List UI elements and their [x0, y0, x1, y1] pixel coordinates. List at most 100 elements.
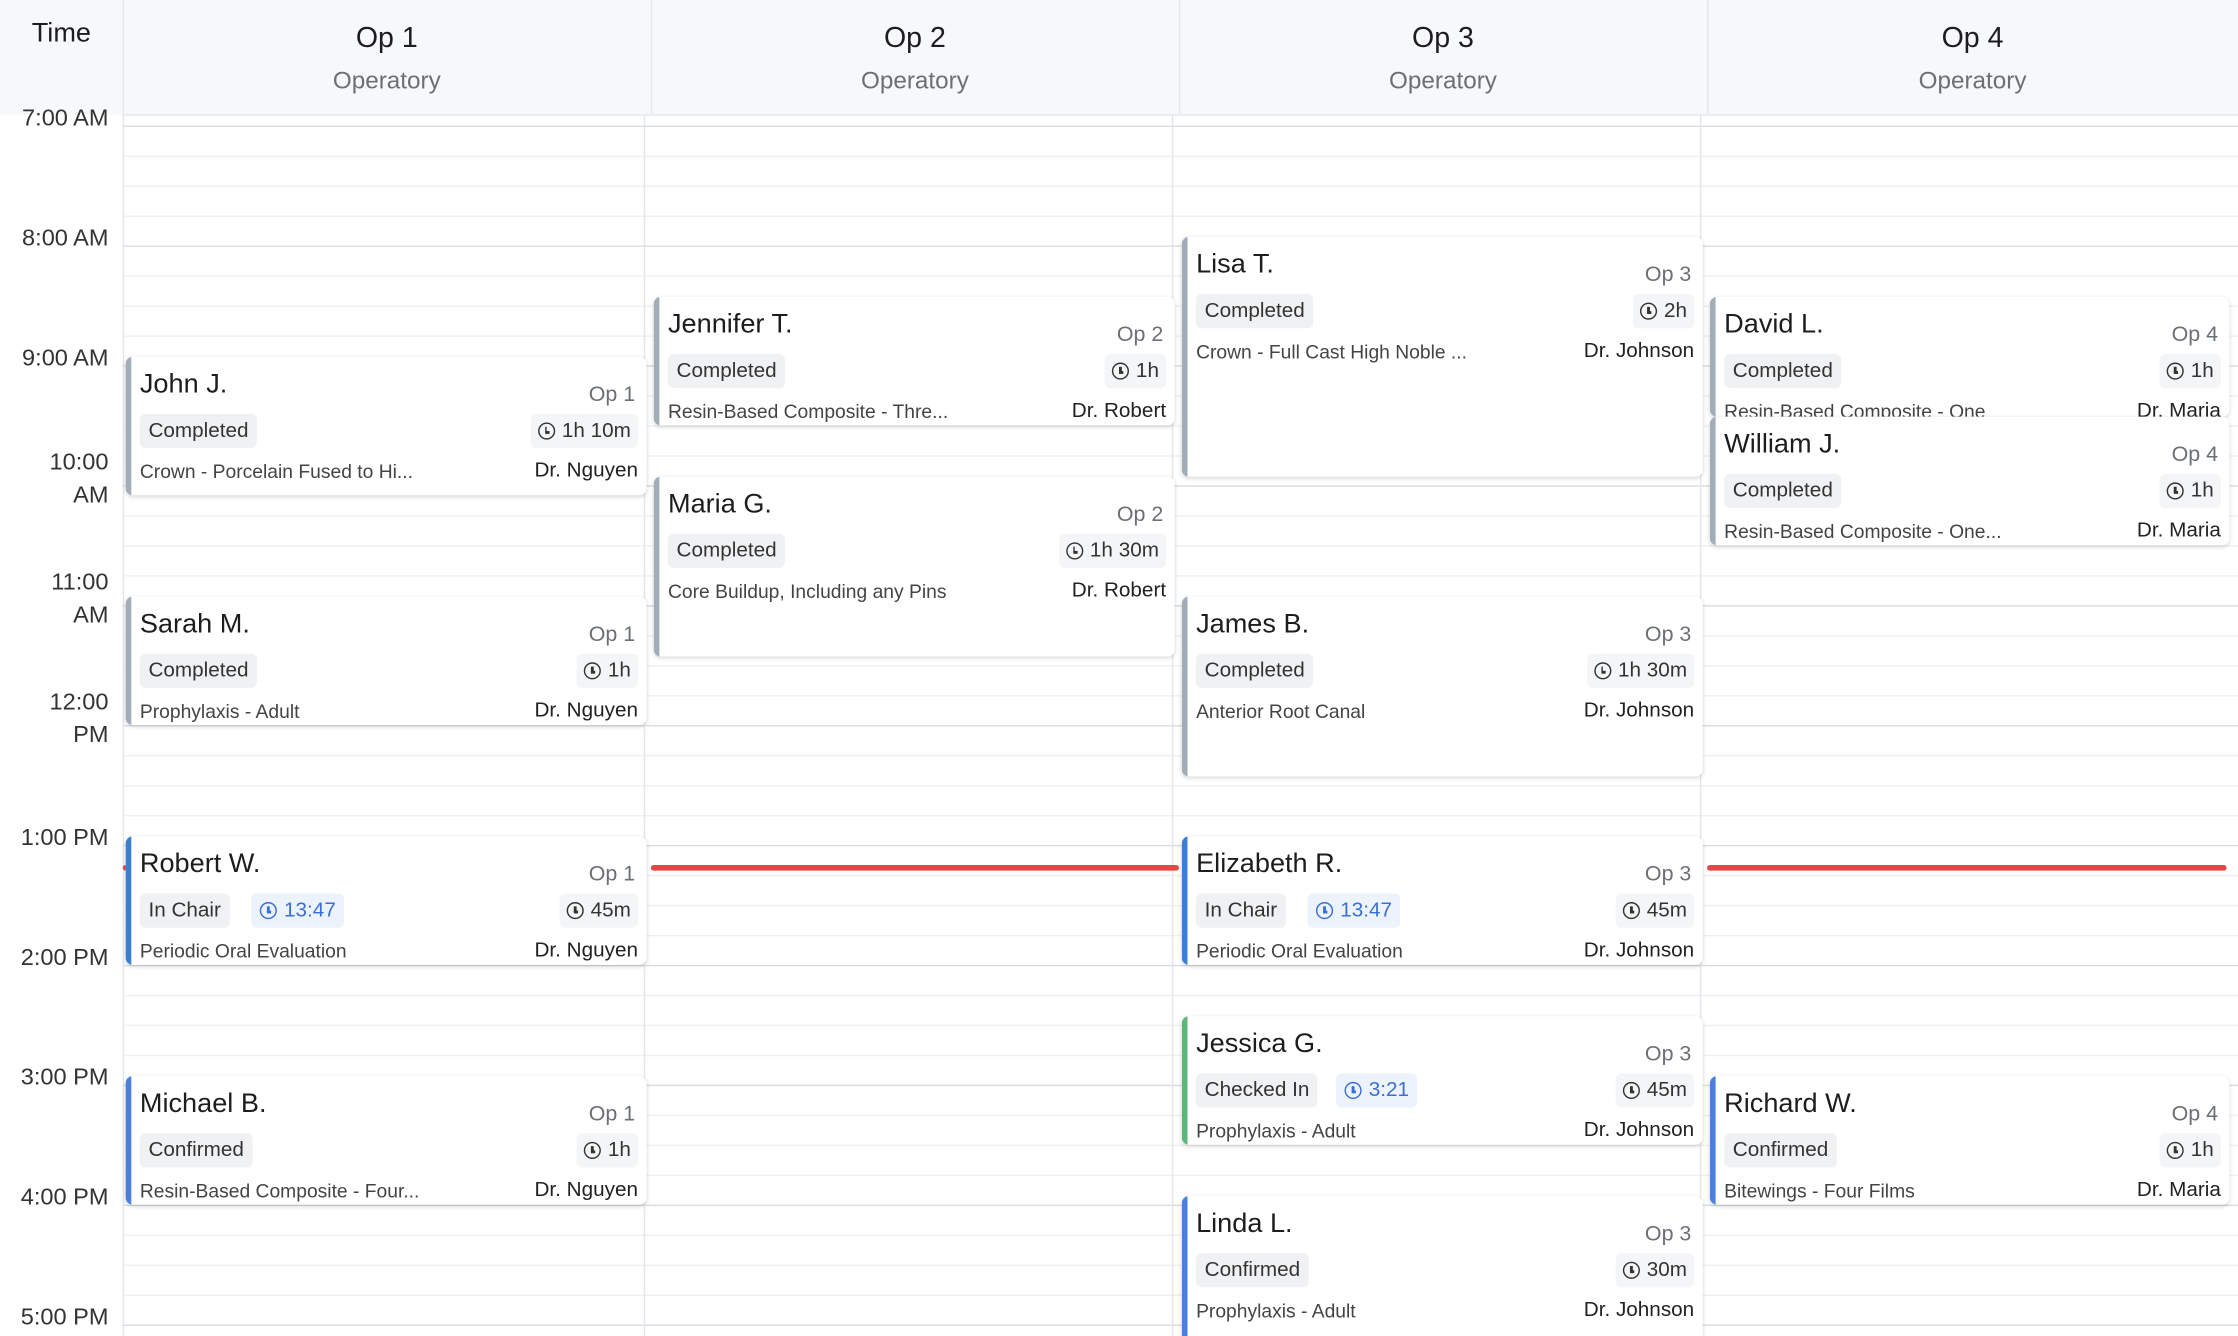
- timer-value: 3:21: [1368, 1079, 1410, 1102]
- quarter-gridline: [122, 785, 2238, 787]
- duration: 2h: [1632, 294, 1695, 329]
- procedure: Resin-Based Composite - One: [1724, 401, 1986, 417]
- operatory-header-op1[interactable]: Op 1 Operatory: [123, 0, 653, 115]
- duration-value: 1h 30m: [1618, 659, 1688, 683]
- status-badge: Completed: [1196, 653, 1314, 688]
- time-column-header: Time: [0, 0, 125, 115]
- clock-icon: [1622, 902, 1640, 920]
- quarter-gridline: [122, 1024, 2238, 1027]
- time-label: 8:00 AM: [22, 225, 109, 252]
- time-label: 3:00 PM: [20, 1064, 109, 1091]
- appointment-card[interactable]: Sarah M. Op 1 Completed 1h Prophylaxis -…: [125, 596, 647, 726]
- duration: 1h: [576, 1133, 639, 1168]
- clock-icon: [566, 902, 584, 920]
- time-label: 4:00 PM: [20, 1184, 109, 1211]
- patient-name: Elizabeth R.: [1196, 849, 1343, 880]
- operatory-label: Op 4: [2171, 1101, 2219, 1127]
- appointment-card[interactable]: Linda L. Op 3 Confirmed 30m Prophylaxis …: [1181, 1196, 1703, 1336]
- quarter-gridline: [122, 814, 2238, 817]
- appointment-card[interactable]: Michael B. Op 1 Confirmed 1h Resin-Based…: [125, 1076, 647, 1205]
- timer-value: 13:47: [1340, 899, 1393, 923]
- appointment-card[interactable]: Jessica G. Op 3 Checked In 3:21 45m Prop…: [1181, 1016, 1703, 1145]
- hour-gridline: [122, 1324, 2238, 1326]
- procedure: Crown - Full Cast High Noble ...: [1196, 341, 1467, 363]
- doctor-name: Dr. Johnson: [1583, 939, 1695, 963]
- appointment-card[interactable]: Elizabeth R. Op 3 In Chair 13:47 45m Per…: [1181, 836, 1703, 965]
- duration-value: 1h: [607, 659, 631, 683]
- duration: 1h: [2159, 1133, 2221, 1168]
- patient-name: Robert W.: [139, 849, 261, 880]
- clock-icon: [1593, 662, 1611, 680]
- operatory-label: Op 2: [1116, 502, 1164, 527]
- procedure: Core Buildup, Including any Pins: [667, 580, 947, 603]
- appointment-card[interactable]: James B. Op 3 Completed 1h 30m Anterior …: [1181, 596, 1703, 777]
- clock-icon: [1622, 1261, 1640, 1279]
- status-badge: Completed: [139, 653, 258, 688]
- quarter-gridline: [122, 155, 2238, 158]
- appointment-card[interactable]: William J. Op 4 Completed 1h Resin-Based…: [1709, 416, 2230, 546]
- patient-name: Lisa T.: [1196, 249, 1274, 280]
- operatory-title: Op 3: [1412, 22, 1474, 55]
- time-label: 2:00 PM: [20, 944, 109, 971]
- procedure: Prophylaxis - Adult: [1196, 1120, 1356, 1142]
- status-color-bar: [1181, 1196, 1188, 1336]
- status-color-bar: [1709, 296, 1716, 417]
- chair-timer: 13:47: [1307, 893, 1401, 928]
- appointment-card[interactable]: Lisa T. Op 3 Completed 2h Crown - Full C…: [1181, 236, 1703, 477]
- duration-value: 45m: [1646, 899, 1688, 923]
- status-color-bar: [653, 296, 660, 426]
- chair-timer: 3:21: [1335, 1073, 1418, 1108]
- status-badge: In Chair: [1196, 893, 1286, 928]
- doctor-name: Dr. Robert: [1071, 579, 1167, 603]
- duration: 1h: [576, 653, 639, 688]
- status-color-bar: [1181, 236, 1188, 477]
- clock-icon: [1315, 902, 1334, 920]
- current-time-line: [1707, 864, 2227, 871]
- patient-name: Jennifer T.: [667, 309, 793, 340]
- operatory-subtitle: Operatory: [860, 67, 969, 95]
- patient-name: David L.: [1724, 309, 1824, 340]
- duration: 1h: [2159, 353, 2221, 389]
- schedule-header: Time Op 1 Operatory Op 2 Operatory Op 3 …: [0, 0, 2238, 116]
- hour-gridline: [122, 1204, 2238, 1207]
- patient-name: Richard W.: [1724, 1089, 1857, 1120]
- operatory-subtitle: Operatory: [1389, 67, 1497, 95]
- appointment-card[interactable]: Jennifer T. Op 2 Completed 1h Resin-Base…: [653, 296, 1175, 426]
- appointment-card[interactable]: Richard W. Op 4 Confirmed 1h Bitewings -…: [1709, 1076, 2230, 1205]
- duration-value: 2h: [1664, 299, 1688, 323]
- duration-value: 1h: [607, 1138, 631, 1162]
- operatory-header-op3[interactable]: Op 3 Operatory: [1179, 0, 1709, 115]
- procedure: Crown - Porcelain Fused to Hi...: [139, 461, 413, 483]
- appointment-card[interactable]: David L. Op 4 Completed 1h Resin-Based C…: [1709, 296, 2230, 417]
- status-badge: Confirmed: [1724, 1133, 1837, 1168]
- clock-icon: [1065, 542, 1083, 560]
- hour-gridline: [122, 964, 2238, 967]
- status-badge: Completed: [139, 413, 258, 449]
- doctor-name: Dr. Johnson: [1583, 1119, 1695, 1142]
- patient-name: Linda L.: [1196, 1208, 1293, 1239]
- status-badge: Confirmed: [139, 1133, 253, 1168]
- patient-name: Michael B.: [139, 1089, 267, 1120]
- doctor-name: Dr. Maria: [2136, 519, 2221, 543]
- duration-value: 1h: [1135, 359, 1159, 383]
- quarter-gridline: [122, 1294, 2238, 1296]
- appointment-card[interactable]: Maria G. Op 2 Completed 1h 30m Core Buil…: [653, 476, 1175, 657]
- procedure: Resin-Based Composite - Thre...: [667, 401, 949, 423]
- procedure: Bitewings - Four Films: [1724, 1180, 1915, 1202]
- duration-value: 30m: [1646, 1258, 1688, 1282]
- quarter-gridline: [122, 275, 2238, 277]
- column-divider: [1171, 114, 1174, 1336]
- patient-name: Maria G.: [667, 489, 772, 520]
- duration: 45m: [559, 893, 639, 928]
- operatory-label: Op 1: [588, 1101, 636, 1127]
- schedule-view: Time Op 1 Operatory Op 2 Operatory Op 3 …: [0, 0, 2238, 1336]
- current-time-line: [650, 864, 1179, 871]
- operatory-header-op4[interactable]: Op 4 Operatory: [1707, 0, 2238, 114]
- quarter-gridline: [122, 1054, 2238, 1057]
- operatory-header-op2[interactable]: Op 2 Operatory: [651, 0, 1181, 115]
- quarter-gridline: [122, 1234, 2238, 1237]
- operatory-label: Op 3: [1644, 1041, 1692, 1067]
- appointment-card[interactable]: John J. Op 1 Completed 1h 10m Crown - Po…: [125, 356, 647, 496]
- appointment-card[interactable]: Robert W. Op 1 In Chair 13:47 45m Period…: [125, 836, 647, 965]
- clock-icon: [537, 422, 555, 440]
